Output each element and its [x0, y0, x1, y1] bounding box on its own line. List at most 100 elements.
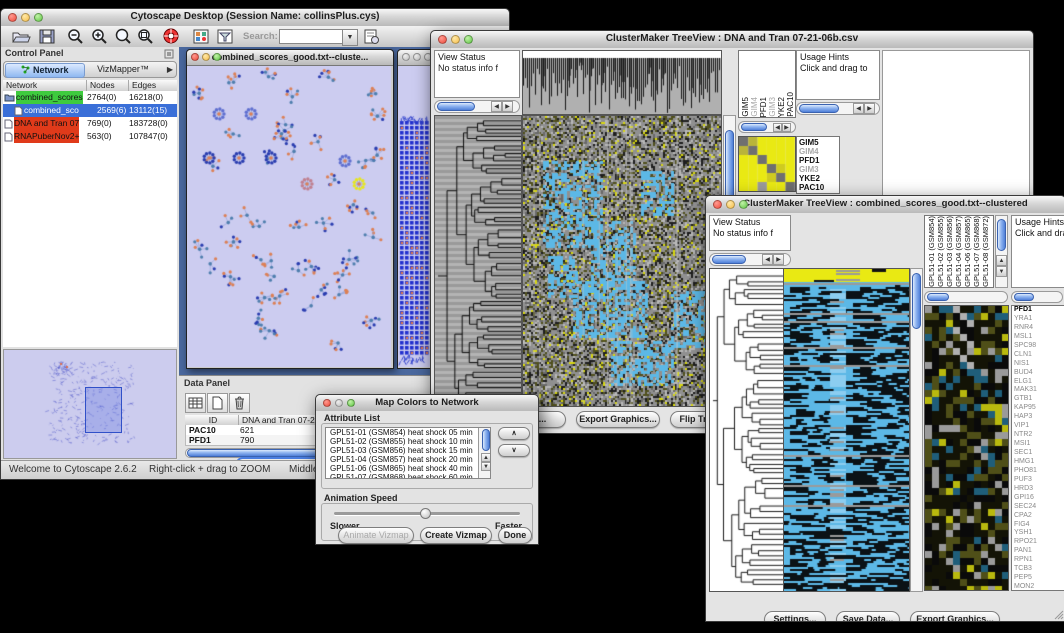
- birdseye-view[interactable]: [3, 349, 177, 459]
- gene-label[interactable]: PUF3: [1014, 476, 1064, 485]
- gene-dendrogram-canvas[interactable]: [434, 115, 522, 407]
- column-label[interactable]: GIM3: [768, 97, 777, 117]
- gene-label[interactable]: CLN1: [1014, 351, 1064, 360]
- export-graphics-button[interactable]: Export Graphics...: [576, 411, 660, 428]
- gene-label[interactable]: MAK31: [1014, 386, 1064, 395]
- slider-thumb[interactable]: [420, 508, 431, 519]
- gene-label[interactable]: TCB3: [1014, 565, 1064, 574]
- gene-label[interactable]: HAP3: [1014, 413, 1064, 422]
- attribute-list-item[interactable]: GPL51-01 (GSM854) heat shock 05 min: [328, 428, 477, 437]
- animation-speed-slider[interactable]: [334, 512, 520, 515]
- data-col-id[interactable]: ID: [185, 415, 239, 425]
- zoom-fit-icon[interactable]: [135, 27, 155, 46]
- gene-label[interactable]: HMG1: [1014, 458, 1064, 467]
- trash-icon[interactable]: [229, 393, 250, 413]
- row-label[interactable]: GIM3: [799, 165, 837, 174]
- close-button[interactable]: [8, 13, 17, 22]
- save-icon[interactable]: [37, 27, 57, 46]
- zoom-out-icon[interactable]: [65, 27, 85, 46]
- array-dendrogram-canvas[interactable]: [522, 50, 722, 115]
- col-header-network[interactable]: Network: [3, 80, 87, 91]
- row-label[interactable]: PAC10: [799, 183, 837, 192]
- create-vizmap-button[interactable]: Create Vizmap: [420, 527, 492, 544]
- gene-label[interactable]: ELG1: [1014, 378, 1064, 387]
- minimize-button[interactable]: [451, 35, 460, 44]
- search-dropdown-icon[interactable]: ▼: [342, 29, 358, 46]
- animate-vizmap-button[interactable]: Animate Vizmap: [338, 527, 414, 544]
- dialog-titlebar[interactable]: Map Colors to Network: [316, 395, 538, 412]
- column-label[interactable]: PFD1: [759, 97, 768, 117]
- close-button[interactable]: [402, 53, 410, 61]
- column-label[interactable]: GPL51-06 (GSM865): [963, 216, 972, 287]
- float-panel-icon[interactable]: [164, 49, 174, 59]
- attribute-document-icon[interactable]: [361, 27, 381, 46]
- gene-label[interactable]: PFD1: [1014, 306, 1064, 315]
- attribute-list-item[interactable]: GPL51-04 (GSM857) heat shock 20 min: [328, 455, 477, 464]
- gene-label[interactable]: BUD4: [1014, 369, 1064, 378]
- attribute-list-item[interactable]: GPL51-03 (GSM856) heat shock 15 min: [328, 446, 477, 455]
- attribute-list-vscrollbar[interactable]: ▲ ▼: [478, 428, 490, 478]
- column-label[interactable]: GPL51-04 (GSM857): [954, 216, 963, 287]
- close-button[interactable]: [438, 35, 447, 44]
- gene-label[interactable]: VIP1: [1014, 422, 1064, 431]
- gene-label[interactable]: MON2: [1014, 583, 1064, 591]
- birdseye-selection-rect[interactable]: [85, 387, 122, 433]
- vizmapper-grid-icon[interactable]: [191, 27, 211, 46]
- zoom-button[interactable]: [464, 35, 473, 44]
- gene-label[interactable]: RPO21: [1014, 538, 1064, 547]
- network-row[interactable]: DNA and Tran 07 769(0) 183728(0): [3, 117, 177, 130]
- row-label[interactable]: PFD1: [799, 156, 837, 165]
- column-label[interactable]: GIM4: [750, 97, 759, 117]
- gene-labels-hscrollbar[interactable]: [1011, 291, 1063, 303]
- new-page-icon[interactable]: [207, 393, 228, 413]
- column-label[interactable]: GPL51-01 (GSM854): [927, 216, 936, 287]
- minimize-button[interactable]: [726, 200, 735, 209]
- resize-grip[interactable]: [1052, 608, 1064, 620]
- zoom-button[interactable]: [213, 53, 221, 61]
- gene-label[interactable]: HRD3: [1014, 485, 1064, 494]
- close-button[interactable]: [191, 53, 199, 61]
- row-label[interactable]: YKE2: [799, 174, 837, 183]
- save-data-button[interactable]: Save Data...: [836, 611, 900, 621]
- close-button[interactable]: [713, 200, 722, 209]
- column-label[interactable]: YKE2: [777, 97, 786, 117]
- export-graphics-button[interactable]: Export Graphics...: [910, 611, 1000, 621]
- move-up-button[interactable]: ∧: [498, 427, 530, 440]
- minimize-button[interactable]: [202, 53, 210, 61]
- treeview2-titlebar[interactable]: ClusterMaker TreeView : combined_scores_…: [706, 196, 1064, 214]
- treeview1-titlebar[interactable]: ClusterMaker TreeView : DNA and Tran 07-…: [431, 31, 1033, 49]
- minimize-button[interactable]: [335, 399, 343, 407]
- zoom-heatmap-canvas[interactable]: [738, 136, 796, 192]
- tree-hscrollbar[interactable]: ◀▶: [709, 253, 791, 266]
- tree-hscrollbar[interactable]: ◀▶: [434, 100, 520, 113]
- column-label[interactable]: GPL51-08 (GSM872): [981, 216, 990, 287]
- heatmap-vscrollbar[interactable]: [910, 268, 923, 592]
- zoom-button[interactable]: [739, 200, 748, 209]
- done-button[interactable]: Done: [498, 527, 532, 544]
- settings-button[interactable]: Settings...: [764, 611, 826, 621]
- zoom-button[interactable]: [347, 399, 355, 407]
- zoom-hscrollbar[interactable]: [924, 291, 1008, 303]
- zoom-selected-icon[interactable]: [113, 27, 133, 46]
- gene-label[interactable]: GPI16: [1014, 494, 1064, 503]
- column-label[interactable]: GPL51-07 (GSM868): [972, 216, 981, 287]
- zoom-in-icon[interactable]: [89, 27, 109, 46]
- gene-label[interactable]: SPC98: [1014, 342, 1064, 351]
- gene-label[interactable]: PAN1: [1014, 547, 1064, 556]
- search-input[interactable]: [279, 29, 343, 44]
- zoom-heatmap-canvas[interactable]: [924, 305, 1009, 591]
- gene-label[interactable]: GTB1: [1014, 395, 1064, 404]
- attribute-list-item[interactable]: GPL51-07 (GSM868) heat shock 60 min: [328, 473, 477, 479]
- gene-label[interactable]: KAP95: [1014, 404, 1064, 413]
- network-canvas[interactable]: [187, 66, 391, 367]
- hints-hscrollbar[interactable]: ◀▶: [796, 102, 880, 115]
- attribute-listbox[interactable]: GPL51-01 (GSM854) heat shock 05 min GPL51…: [325, 427, 491, 479]
- tab-network[interactable]: Network: [5, 63, 85, 78]
- network-row-selected[interactable]: combined_sco 2569(6) 13112(15): [3, 104, 177, 117]
- column-labels-vscrollbar[interactable]: ▲ ▼: [995, 215, 1008, 288]
- col-header-edges[interactable]: Edges: [129, 80, 177, 91]
- zoom-button[interactable]: [34, 13, 43, 22]
- table-grid-icon[interactable]: [185, 393, 206, 413]
- gene-label[interactable]: RPN1: [1014, 556, 1064, 565]
- col-header-nodes[interactable]: Nodes: [87, 80, 129, 91]
